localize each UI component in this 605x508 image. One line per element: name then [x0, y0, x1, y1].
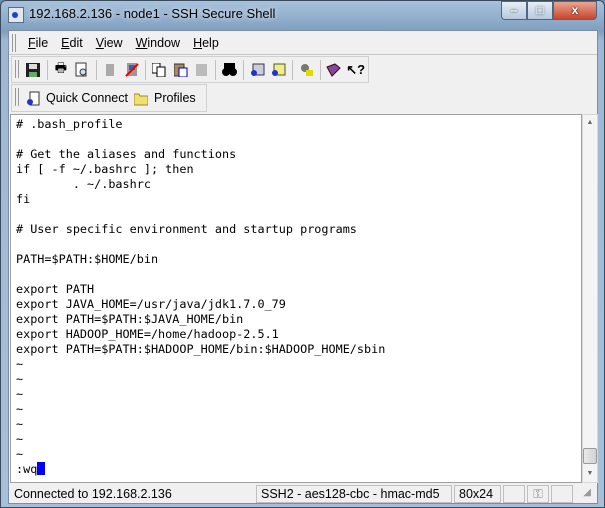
quickbar-grip[interactable] [15, 88, 19, 106]
toolbar-separator [243, 59, 244, 80]
menu-bar: File Edit View Window Help [9, 31, 597, 55]
terminal[interactable]: # .bash_profile # Get the aliases and fun… [10, 114, 582, 483]
terminal-line: export JAVA_HOME=/usr/java/jdk1.7.0_79 [16, 297, 286, 311]
menu-view[interactable]: View [96, 36, 123, 50]
menu-file-mnemonic: F [28, 35, 36, 50]
menu-window[interactable]: Window [136, 36, 180, 50]
profiles-button[interactable]: Profiles [133, 91, 196, 106]
toolbar-separator [46, 59, 48, 80]
copy-icon[interactable] [150, 60, 169, 79]
terminal-line: export PATH=$PATH:$HADOOP_HOME/bin:$HADO… [16, 342, 386, 356]
menu-edit-mnemonic: E [61, 35, 70, 50]
client-area: File Edit View Window Help 🖶 ↖? Quick Co… [8, 30, 598, 504]
scroll-down-arrow-icon[interactable]: ▼ [583, 466, 597, 482]
terminal-line: # User specific environment and startup … [16, 222, 357, 236]
status-panel-empty [551, 485, 573, 503]
maximize-button[interactable]: □ [527, 1, 553, 20]
toolbar-separator [215, 59, 217, 80]
toolbar-separator [144, 59, 146, 80]
terminal-line: export HADOOP_HOME=/home/hadoop-2.5.1 [16, 327, 279, 341]
status-panel-empty [503, 485, 525, 503]
command-line: :wq [16, 462, 385, 477]
print-preview-icon[interactable] [73, 60, 92, 79]
context-help-icon[interactable]: ↖? [346, 60, 365, 79]
menu-help-label: elp [202, 35, 219, 50]
menu-grip[interactable] [12, 34, 16, 52]
new-file-transfer-icon[interactable] [270, 60, 289, 79]
app-icon [8, 7, 24, 23]
scroll-up-arrow-icon[interactable]: ▲ [583, 115, 597, 131]
terminal-line: ~ [16, 447, 24, 461]
toolbar-grip[interactable] [15, 60, 19, 78]
terminal-size: 80x24 [454, 485, 501, 503]
terminal-line: ~ [16, 357, 24, 371]
save-icon[interactable] [24, 60, 43, 79]
cipher-status: SSH2 - aes128-cbc - hmac-md5 [256, 485, 452, 503]
ssh-window: 192.168.2.136 - node1 - SSH Secure Shell… [0, 0, 605, 508]
folder-icon [133, 93, 148, 105]
resize-grip-icon[interactable]: ◢ [575, 485, 595, 503]
terminal-line: # Get the aliases and functions [16, 147, 237, 161]
key-transfer-icon: ⚿ [527, 485, 549, 503]
quick-connect-button[interactable]: Quick Connect [26, 91, 128, 106]
terminal-line: ~ [16, 387, 24, 401]
new-terminal-icon[interactable] [248, 60, 267, 79]
menu-view-label: iew [103, 35, 123, 50]
title-bar[interactable]: 192.168.2.136 - node1 - SSH Secure Shell… [1, 1, 604, 29]
profiles-label: Profiles [153, 91, 196, 105]
terminal-line: fi [16, 192, 31, 206]
settings-icon[interactable] [297, 60, 316, 79]
vertical-scrollbar[interactable]: ▲ ▼ [582, 114, 598, 483]
terminal-line: PATH=$PATH:$HOME/bin [16, 252, 159, 266]
vim-command: :wq [16, 462, 38, 476]
terminal-line: . ~/.bashrc [16, 177, 151, 191]
disabled-icon [101, 60, 120, 79]
terminal-line: ~ [16, 417, 24, 431]
disconnect-icon[interactable] [122, 60, 141, 79]
print-icon[interactable]: 🖶 [52, 60, 71, 79]
toolbar-separator [319, 59, 321, 80]
minimize-button[interactable]: – [501, 1, 527, 20]
quick-connect-bar: Quick Connect Profiles [11, 84, 207, 112]
menu-edit[interactable]: Edit [61, 36, 83, 50]
help-book-icon[interactable] [325, 60, 344, 79]
quick-connect-icon [27, 91, 40, 105]
toolbar-separator [95, 59, 97, 80]
terminal-line: export PATH=$PATH:$JAVA_HOME/bin [16, 312, 244, 326]
terminal-line: if [ -f ~/.bashrc ]; then [16, 162, 194, 176]
menu-file[interactable]: File [28, 36, 48, 50]
terminal-line: ~ [16, 432, 24, 446]
menu-help[interactable]: Help [193, 36, 219, 50]
menu-file-label: ile [35, 35, 49, 50]
menu-window-mnemonic: W [135, 35, 148, 50]
terminal-line: ~ [16, 402, 24, 416]
window-title: 192.168.2.136 - node1 - SSH Secure Shell [29, 6, 276, 21]
terminal-line: export PATH [16, 282, 95, 296]
connection-status: Connected to 192.168.2.136 [14, 487, 172, 501]
paste-disabled-icon [193, 60, 212, 79]
close-button[interactable]: x [553, 1, 597, 20]
toolbar: 🖶 ↖? [11, 56, 369, 83]
text-cursor [37, 462, 46, 475]
quick-connect-label: Quick Connect [46, 91, 128, 105]
scroll-thumb[interactable] [583, 448, 597, 464]
status-bar: Connected to 192.168.2.136 SSH2 - aes128… [9, 484, 597, 504]
menu-view-mnemonic: V [95, 35, 104, 50]
paste-icon[interactable] [171, 60, 190, 79]
menu-help-mnemonic: H [193, 35, 203, 50]
menu-edit-label: dit [69, 35, 83, 50]
toolbar-separator [292, 59, 294, 80]
terminal-output: # .bash_profile # Get the aliases and fun… [16, 117, 385, 477]
terminal-line: # .bash_profile [16, 117, 123, 131]
menu-window-label: indow [147, 35, 181, 50]
find-icon[interactable] [220, 60, 239, 79]
terminal-line: ~ [16, 372, 24, 386]
